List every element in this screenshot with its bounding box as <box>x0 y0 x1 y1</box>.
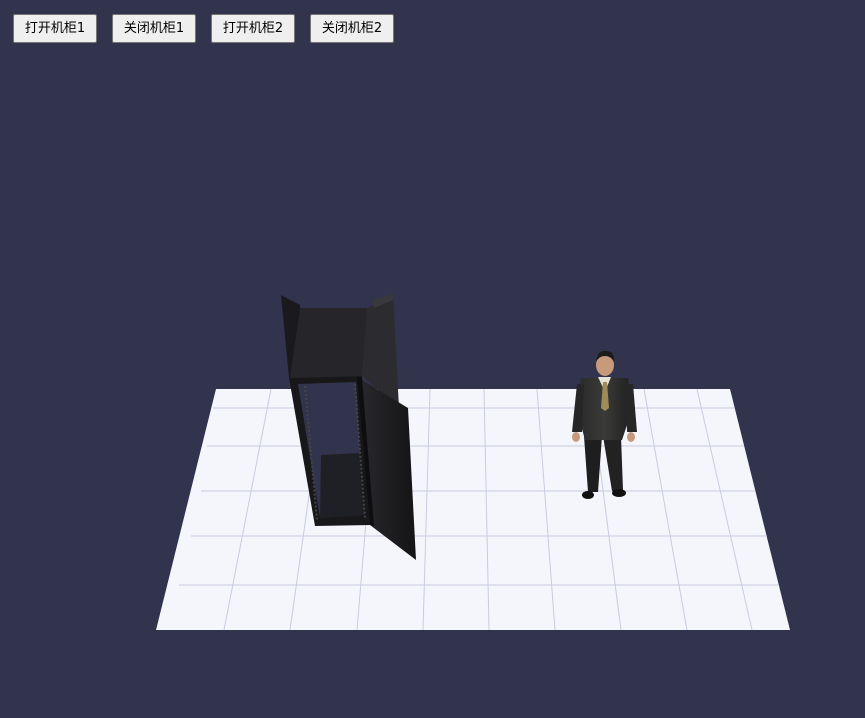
floor-plane <box>156 388 790 631</box>
viewport-canvas[interactable]: 打开机柜1 关闭机柜1 打开机柜2 关闭机柜2 <box>0 0 865 718</box>
3d-scene <box>156 294 790 631</box>
